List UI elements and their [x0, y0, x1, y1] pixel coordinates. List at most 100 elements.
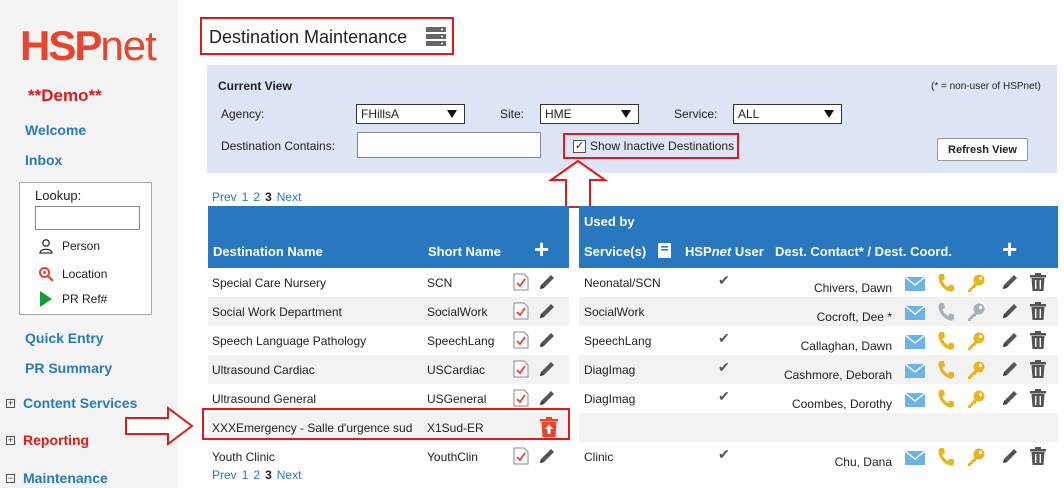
lookup-location-label: Location — [62, 267, 108, 281]
services-book-icon[interactable] — [658, 243, 671, 261]
col-services[interactable]: Service(s) — [584, 244, 646, 259]
trash-icon[interactable] — [1030, 360, 1046, 381]
phone-icon[interactable] — [937, 273, 955, 296]
trash-icon[interactable] — [1030, 302, 1046, 323]
pager-next[interactable]: Next — [277, 468, 302, 482]
pager-page-2[interactable]: 2 — [253, 468, 260, 482]
edit-pencil-icon[interactable] — [538, 389, 556, 410]
email-icon[interactable] — [904, 276, 926, 294]
phone-icon[interactable] — [937, 447, 955, 470]
pager-top: Prev 1 2 3 Next — [212, 190, 301, 204]
pager-page-1[interactable]: 1 — [242, 190, 249, 204]
edit-pencil-icon[interactable] — [1001, 302, 1019, 323]
service-name: DiagImag — [584, 392, 636, 406]
site-select[interactable]: HME — [540, 104, 639, 124]
phone-icon[interactable] — [937, 331, 955, 354]
show-inactive-checkbox[interactable]: ✓ — [573, 139, 586, 153]
dest-contact-name: Coombes, Dorothy — [791, 397, 892, 411]
email-icon[interactable] — [904, 450, 926, 468]
section-content-services[interactable]: + Content Services — [6, 395, 137, 411]
edit-pencil-icon[interactable] — [1001, 331, 1019, 352]
destination-contains-input[interactable] — [357, 132, 541, 158]
edit-pencil-icon[interactable] — [1001, 360, 1019, 381]
service-select[interactable]: ALL — [733, 104, 842, 124]
edit-pencil-icon[interactable] — [1001, 273, 1019, 294]
lookup-person[interactable]: Person — [38, 238, 100, 254]
edit-pencil-icon[interactable] — [1001, 447, 1019, 468]
play-icon — [38, 291, 54, 307]
checklist-doc-icon[interactable] — [513, 331, 529, 352]
pager-next[interactable]: Next — [277, 190, 302, 204]
expand-icon: + — [6, 397, 15, 408]
key-icon[interactable] — [966, 302, 986, 325]
server-list-icon[interactable] — [426, 26, 446, 51]
destination-name: Speech Language Pathology — [212, 334, 367, 348]
col-net-text: net — [711, 244, 732, 259]
edit-pencil-icon[interactable] — [1001, 389, 1019, 410]
edit-pencil-icon[interactable] — [538, 331, 556, 352]
trash-icon[interactable] — [1030, 389, 1046, 410]
pager-prev[interactable]: Prev — [212, 468, 237, 482]
add-contact-button[interactable]: + — [1002, 234, 1017, 265]
trash-icon[interactable] — [1030, 273, 1046, 294]
add-destination-button[interactable]: + — [534, 234, 549, 265]
key-icon[interactable] — [966, 273, 986, 296]
nav-welcome[interactable]: Welcome — [25, 122, 86, 138]
checklist-doc-icon[interactable] — [513, 273, 529, 294]
nav-quick-entry[interactable]: Quick Entry — [25, 330, 104, 346]
used-by-row: Clinic ✔ Chu, Dana — [579, 442, 1058, 471]
trash-icon[interactable] — [1030, 447, 1046, 468]
key-icon[interactable] — [966, 360, 986, 383]
email-icon[interactable] — [904, 392, 926, 410]
key-icon[interactable] — [966, 331, 986, 354]
used-by-heading: Used by — [584, 214, 635, 229]
destination-name: Special Care Nursery — [212, 276, 327, 290]
trash-icon[interactable] — [1030, 331, 1046, 352]
checklist-doc-icon[interactable] — [513, 360, 529, 381]
nav-inbox[interactable]: Inbox — [25, 152, 62, 168]
page-title: Destination Maintenance — [200, 17, 454, 55]
edit-pencil-icon[interactable] — [538, 360, 556, 381]
col-destination-name[interactable]: Destination Name — [213, 244, 323, 259]
checklist-doc-icon[interactable] — [513, 389, 529, 410]
right-table-header: Used by Service(s) HSPnet User Dest. Con… — [579, 206, 1058, 268]
lookup-location[interactable]: Location — [38, 266, 107, 282]
agency-select[interactable]: FHillsA — [356, 104, 465, 124]
col-short-name[interactable]: Short Name — [428, 244, 501, 259]
refresh-view-button[interactable]: Refresh View — [937, 138, 1028, 161]
nav-pr-summary[interactable]: PR Summary — [25, 360, 112, 376]
used-by-row: SpeechLang ✔ Callaghan, Dawn — [579, 326, 1058, 355]
show-inactive-checkbox-row[interactable]: ✓ Show Inactive Destinations — [563, 133, 739, 159]
destination-row: Special Care Nursery SCN — [208, 268, 569, 297]
key-icon[interactable] — [966, 447, 986, 470]
email-icon[interactable] — [904, 334, 926, 352]
destination-name: Ultrasound General — [212, 392, 317, 406]
pager-prev[interactable]: Prev — [212, 190, 237, 204]
edit-pencil-icon[interactable] — [538, 447, 556, 468]
section-reporting[interactable]: + Reporting — [6, 432, 89, 448]
checklist-doc-icon[interactable] — [513, 302, 529, 323]
lookup-pr-ref[interactable]: PR Ref# — [38, 291, 107, 307]
dest-contact-name: Cocroft, Dee * — [816, 310, 892, 324]
phone-icon[interactable] — [937, 389, 955, 412]
service-name: Neonatal/SCN — [584, 276, 661, 290]
section-maintenance[interactable]: − Maintenance — [6, 470, 108, 486]
lookup-input[interactable] — [35, 206, 140, 230]
collapse-icon: − — [6, 472, 15, 483]
hspnet-user-check-icon: ✔ — [718, 272, 730, 288]
destination-name: Ultrasound Cardiac — [212, 363, 315, 377]
email-icon[interactable] — [904, 305, 926, 323]
section-label: Maintenance — [23, 470, 108, 486]
checklist-doc-icon[interactable] — [513, 447, 529, 468]
email-icon[interactable] — [904, 363, 926, 381]
lookup-person-label: Person — [62, 239, 101, 253]
edit-pencil-icon[interactable] — [538, 273, 556, 294]
pager-page-2[interactable]: 2 — [253, 190, 260, 204]
phone-icon[interactable] — [937, 360, 955, 383]
phone-icon[interactable] — [937, 302, 955, 325]
pager-page-1[interactable]: 1 — [242, 468, 249, 482]
dropdown-arrow-icon — [824, 110, 834, 118]
hspnet-logo[interactable]: HSPnet — [20, 22, 157, 70]
key-icon[interactable] — [966, 389, 986, 412]
edit-pencil-icon[interactable] — [538, 302, 556, 323]
